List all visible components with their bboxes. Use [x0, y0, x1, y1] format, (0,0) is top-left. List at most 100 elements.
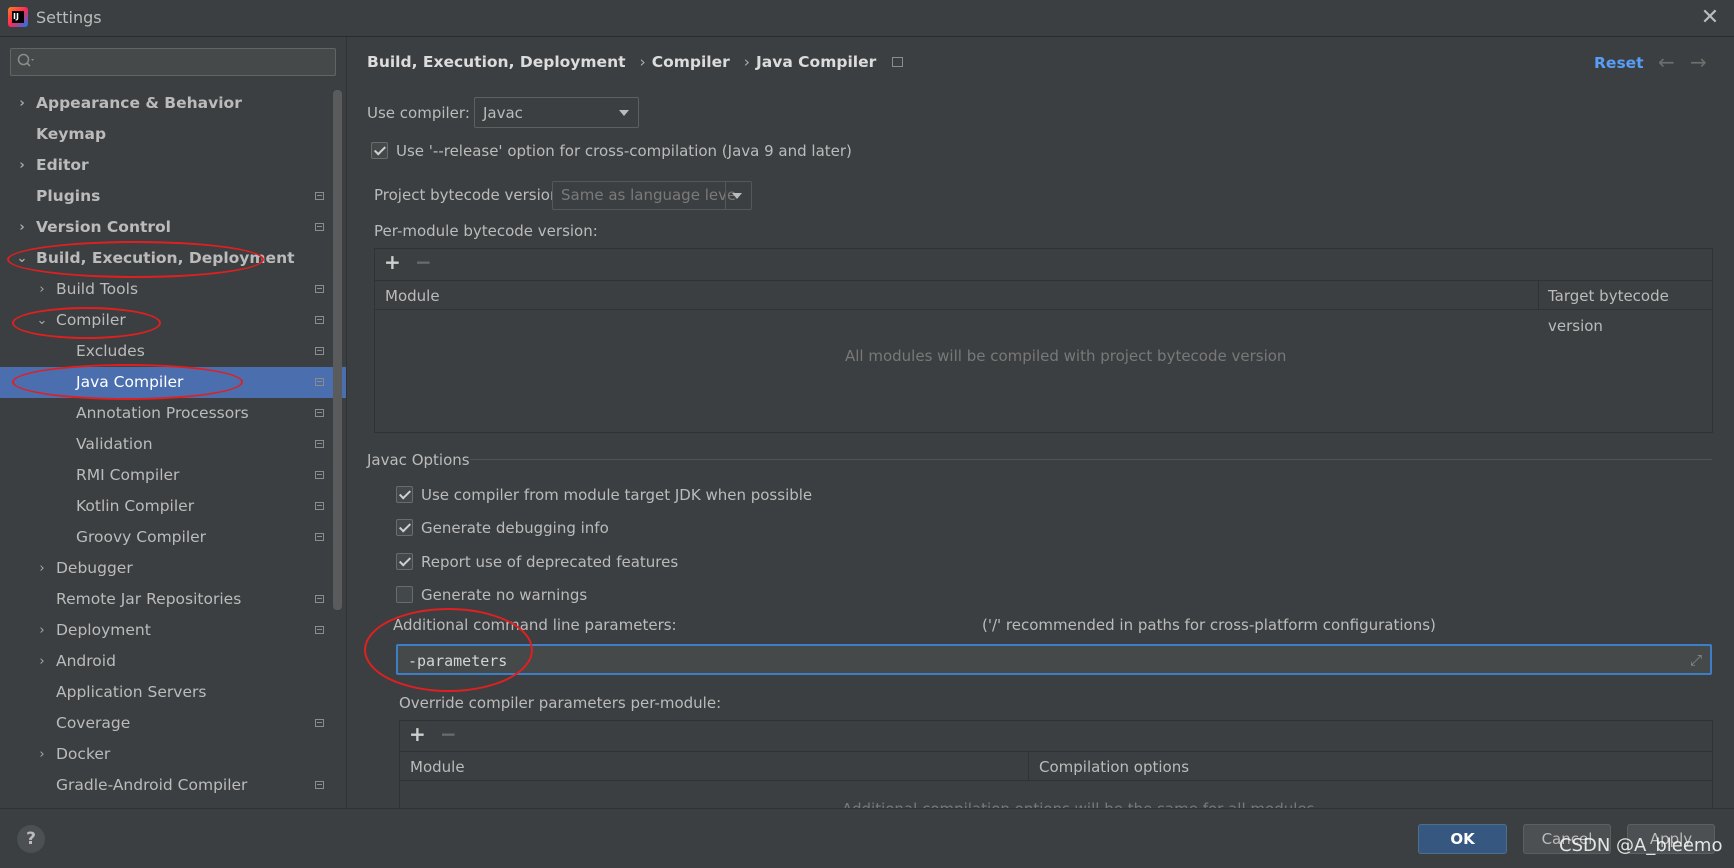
column-header-target-bytecode[interactable]: Target bytecode version — [1539, 280, 1712, 335]
tree-item-label: Groovy Compiler — [76, 528, 207, 546]
tree-item-rmi-compiler[interactable]: RMI Compiler — [0, 460, 346, 491]
option-checkbox[interactable] — [396, 519, 413, 536]
compiler-select[interactable]: Javac — [474, 97, 639, 128]
add-override-button[interactable]: + — [409, 722, 426, 746]
tree-item-application-servers[interactable]: Application Servers — [0, 677, 346, 708]
breadcrumb-item[interactable]: Build, Execution, Deployment — [367, 53, 626, 71]
chevron-right-icon[interactable]: › — [15, 212, 29, 243]
project-level-icon — [315, 285, 324, 293]
tree-item-gradle-android-compiler[interactable]: Gradle-Android Compiler — [0, 770, 346, 801]
tree-item-build-tools[interactable]: › Build Tools — [0, 274, 346, 305]
tree-item-label: Kotlin Compiler — [76, 497, 195, 515]
option-checkbox[interactable] — [396, 486, 413, 503]
chevron-right-icon[interactable]: › — [15, 150, 29, 181]
tree-item-keymap[interactable]: Keymap — [0, 119, 346, 150]
dropdown-arrow-icon — [732, 193, 742, 199]
tree-item-label: Version Control — [36, 218, 171, 236]
project-level-icon — [315, 378, 324, 386]
compiler-select-value: Javac — [483, 104, 523, 122]
chevron-down-icon[interactable]: ⌄ — [15, 243, 29, 274]
empty-table-message: All modules will be compiled with projec… — [845, 347, 1287, 365]
tree-item-label: Gradle-Android Compiler — [56, 776, 248, 794]
chevron-right-icon[interactable]: › — [15, 88, 29, 119]
column-header-module[interactable]: Module — [400, 751, 1029, 781]
tree-item-version-control[interactable]: › Version Control — [0, 212, 346, 243]
sidebar-scrollbar[interactable] — [333, 90, 342, 610]
tree-item-label: Coverage — [56, 714, 131, 732]
tree-item-java-compiler[interactable]: Java Compiler — [0, 367, 346, 398]
tree-item-annotation-processors[interactable]: Annotation Processors — [0, 398, 346, 429]
option-label: Generate debugging info — [421, 519, 609, 537]
column-header-module[interactable]: Module — [375, 280, 1539, 310]
tree-item-plugins[interactable]: Plugins — [0, 181, 346, 212]
tree-item-label: Compiler — [56, 311, 126, 329]
remove-module-button: − — [415, 250, 432, 274]
option-label: Report use of deprecated features — [421, 553, 679, 571]
tree-item-android[interactable]: › Android — [0, 646, 346, 677]
chevron-right-icon[interactable]: › — [35, 615, 49, 646]
column-header-compilation-options[interactable]: Compilation options — [1029, 751, 1712, 781]
dropdown-arrow-icon — [619, 110, 629, 116]
tree-item-editor[interactable]: › Editor — [0, 150, 346, 181]
chevron-right-icon[interactable]: › — [35, 274, 49, 305]
tree-item-build-execution-deployment[interactable]: ⌄ Build, Execution, Deployment — [0, 243, 346, 274]
tree-item-debugger[interactable]: › Debugger — [0, 553, 346, 584]
tree-item-groovy-compiler[interactable]: Groovy Compiler — [0, 522, 346, 553]
back-arrow-icon[interactable]: ← — [1658, 50, 1675, 74]
tree-item-appearance-behavior[interactable]: › Appearance & Behavior — [0, 88, 346, 119]
tree-item-kotlin-compiler[interactable]: Kotlin Compiler — [0, 491, 346, 522]
intellij-app-icon: IJ — [8, 7, 28, 27]
bytecode-version-select[interactable]: Same as language leve — [552, 181, 752, 210]
chevron-down-icon[interactable]: ⌄ — [35, 305, 49, 336]
tree-item-label: Editor — [36, 156, 89, 174]
add-module-button[interactable]: + — [384, 250, 401, 274]
tree-item-label: Deployment — [56, 621, 151, 639]
project-level-icon — [315, 223, 324, 231]
search-input[interactable] — [41, 51, 335, 75]
tree-item-label: Debugger — [56, 559, 133, 577]
tree-item-label: Remote Jar Repositories — [56, 590, 242, 608]
tree-item-compiler[interactable]: ⌄ Compiler — [0, 305, 346, 336]
project-level-icon — [315, 533, 324, 541]
breadcrumb-item: Java Compiler — [755, 53, 877, 71]
forward-arrow-icon[interactable]: → — [1690, 50, 1707, 74]
tree-item-excludes[interactable]: Excludes — [0, 336, 346, 367]
tree-item-deployment[interactable]: › Deployment — [0, 615, 346, 646]
settings-search[interactable] — [10, 48, 336, 76]
chevron-right-icon[interactable]: › — [35, 739, 49, 770]
project-level-icon — [315, 347, 324, 355]
app-icon-text: IJ — [12, 11, 24, 23]
option-checkbox[interactable] — [396, 553, 413, 570]
help-button[interactable]: ? — [17, 825, 45, 853]
ok-button[interactable]: OK — [1418, 824, 1507, 854]
tree-item-label: Application Servers — [56, 683, 207, 701]
search-icon — [17, 53, 35, 73]
expand-icon[interactable]: ⤢ — [1690, 651, 1702, 669]
reset-link[interactable]: Reset — [1594, 54, 1644, 72]
tree-item-validation[interactable]: Validation — [0, 429, 346, 460]
breadcrumb-item[interactable]: Compiler — [652, 53, 730, 71]
breadcrumb-separator: › — [743, 53, 750, 71]
tree-item-label: Docker — [56, 745, 111, 763]
dropdown-divider — [725, 182, 726, 209]
project-level-icon — [315, 471, 324, 479]
chevron-right-icon[interactable]: › — [35, 553, 49, 584]
close-icon[interactable]: ✕ — [1696, 4, 1724, 32]
tree-item-remote-jar-repositories[interactable]: Remote Jar Repositories — [0, 584, 346, 615]
tree-item-coverage[interactable]: Coverage — [0, 708, 346, 739]
project-level-icon — [315, 192, 324, 200]
tree-item-docker[interactable]: › Docker — [0, 739, 346, 770]
project-level-icon — [315, 719, 324, 727]
tree-item-label: Java Compiler — [76, 373, 184, 391]
per-module-table — [374, 248, 1713, 433]
release-option-checkbox[interactable] — [371, 142, 388, 159]
params-label: Additional command line parameters: — [393, 616, 677, 634]
title-bar — [0, 0, 1734, 37]
chevron-right-icon[interactable]: › — [35, 646, 49, 677]
option-checkbox[interactable] — [396, 586, 413, 603]
params-field[interactable]: ⤢ — [396, 644, 1712, 675]
project-level-icon — [315, 316, 324, 324]
tree-item-label: Plugins — [36, 187, 101, 205]
tree-item-label: Excludes — [76, 342, 145, 360]
params-input[interactable] — [406, 648, 1670, 674]
